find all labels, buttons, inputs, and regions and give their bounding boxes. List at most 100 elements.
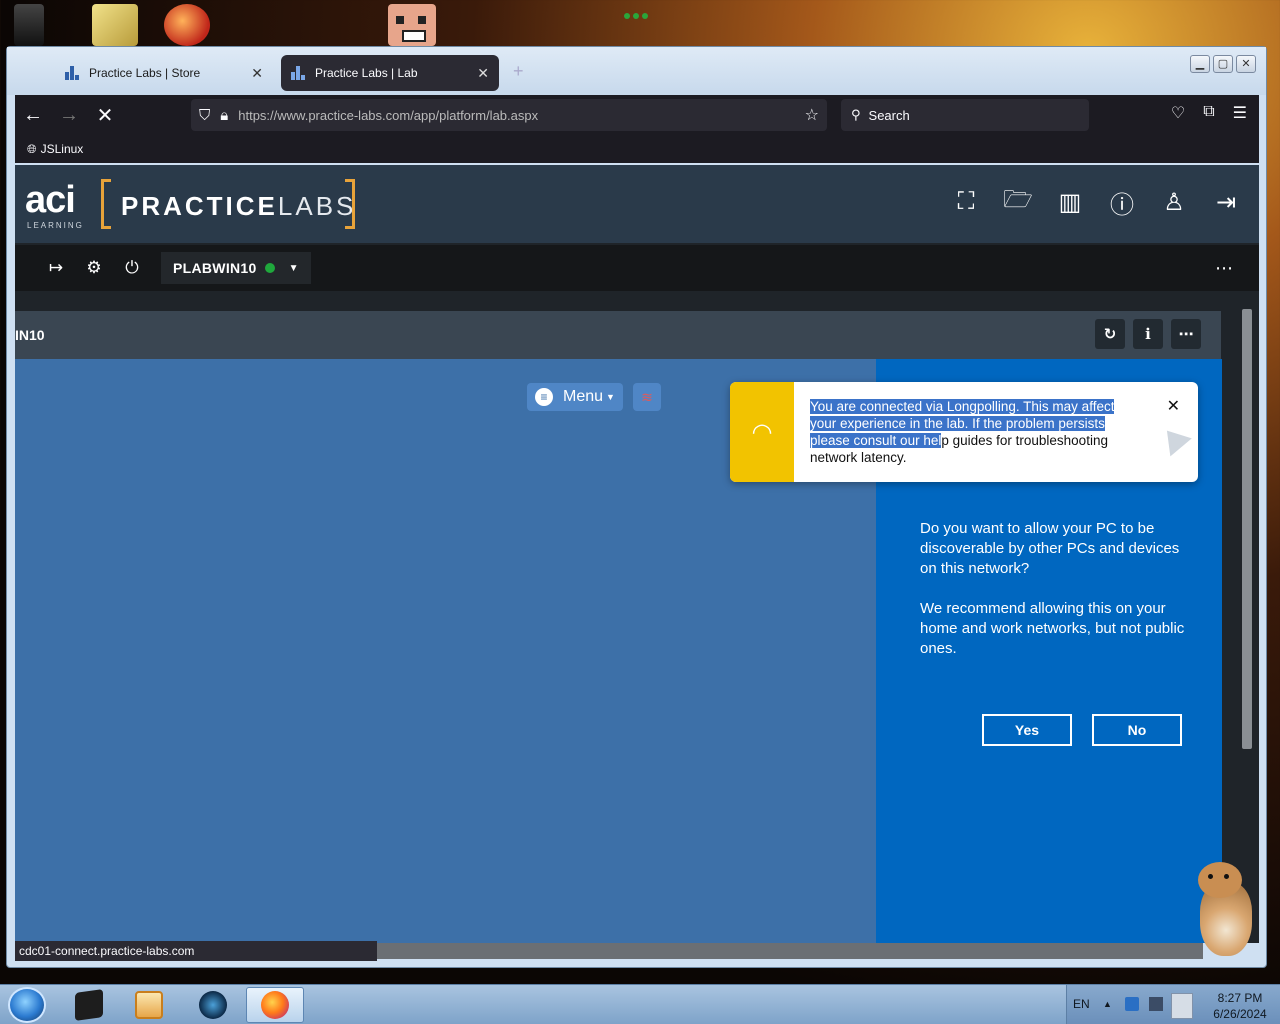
machine-select[interactable]: PLABWIN10 ▼ [161,252,311,284]
hamburger-icon: ≡ [535,388,553,406]
longpolling-toast: ◠ You are connected via Longpolling. Thi… [730,382,1198,482]
practice-labs-favicon-icon [65,66,79,80]
vm-header: IN10 ↻ ℹ ⋯ [15,311,1221,359]
wifi-icon: ◠ [730,382,794,482]
logo-bracket-left [101,179,111,229]
lab-toolbar: ↦ ⚙ ⏻ PLABWIN10 ▼ ⋯ [15,245,1259,291]
minimize-button[interactable]: ▁ [1190,55,1210,73]
clock-time: 8:27 PM [1217,991,1263,1005]
tray-app-icon[interactable] [1171,993,1193,1019]
network-recommendation: We recommend allowing this on your home … [920,600,1185,657]
media-player-icon[interactable] [120,987,178,1023]
aci-logo[interactable]: aci [25,181,76,219]
shield-icon[interactable]: ⛉ [199,107,210,124]
power-icon[interactable]: ⏻ [113,258,151,278]
more-options-icon[interactable]: ⋯ [1215,258,1233,279]
clock[interactable]: 8:27 PM 6/26/2024 [1203,990,1277,1022]
close-icon[interactable]: ✕ [1167,396,1180,416]
bookmark-star-icon[interactable]: ☆ [805,105,819,125]
taskbar-app-icon[interactable] [184,987,242,1023]
info-icon[interactable]: ℹ [1133,319,1163,349]
clock-date: 6/26/2024 [1213,1007,1267,1021]
lock-icon[interactable]: 🔒︎ [220,107,228,124]
menu-icon[interactable]: ☰ [1233,103,1247,123]
network-question: Do you want to allow your PC to be disco… [920,520,1180,577]
toast-message: You are connected via Longpolling. This … [810,398,1140,466]
back-button[interactable]: ← [15,97,51,133]
globe-icon: 🌐︎ [27,141,37,156]
search-placeholder: Search [868,107,910,123]
connection-wifi-icon[interactable]: ≋ [632,383,661,411]
page-content: aci LEARNING PRACTICELABS ⛶ 🗁 ▥ ⓘ ♙ ⇥ ↦ … [15,165,1259,943]
tab-label: Practice Labs | Lab [315,66,418,80]
browser-window: Practice Labs | Store ✕ Practice Labs | … [6,46,1267,968]
search-input[interactable]: ⚲ Search [841,99,1089,131]
guacamole-menu: ≡ Menu ▼ ≋ [527,383,661,411]
start-button[interactable] [8,987,46,1023]
toolbar-right: ♡ ⧉ ☰ [1171,103,1247,123]
no-button[interactable]: No [1092,714,1182,746]
maximize-button[interactable]: ▢ [1213,55,1233,73]
close-window-button[interactable]: ✕ [1236,55,1256,73]
forward-button[interactable]: → [51,97,87,133]
yes-button[interactable]: Yes [982,714,1072,746]
mouse-cursor-icon [1156,421,1192,457]
more-options-icon[interactable]: ⋯ [1171,319,1201,349]
menu-button[interactable]: ≡ Menu ▼ [527,383,623,411]
search-icon: ⚲ [851,107,861,122]
vm-tools: ↻ ℹ ⋯ [1095,319,1201,349]
header-icons: ⛶ 🗁 ▥ ⓘ ♙ ⇥ [953,186,1239,219]
logo-practice: PRACTICE [121,191,278,221]
chevron-down-icon: ▼ [606,392,615,402]
browser-titlebar: Practice Labs | Store ✕ Practice Labs | … [7,47,1266,95]
menu-label: Menu [563,388,604,405]
fullscreen-icon[interactable]: ⛶ [953,188,979,215]
scrollbar-thumb[interactable] [1242,309,1252,749]
machine-name: PLABWIN10 [173,260,257,276]
desktop-folder-icon[interactable] [92,4,138,46]
chart-icon[interactable]: ▥ [1057,189,1083,216]
tray-expand-icon[interactable]: ▲ [1103,999,1117,1013]
stop-button[interactable]: ✕ [87,97,123,133]
url-bar[interactable]: ⛉ 🔒︎ https://www.practice-labs.com/app/p… [191,99,827,131]
pocket-icon[interactable]: ♡ [1171,103,1185,123]
status-bar: cdc01-connect.practice-labs.com [15,941,377,961]
taskbar-app-icon[interactable] [60,987,118,1023]
window-controls: ▁ ▢ ✕ [1190,55,1256,73]
chevron-down-icon[interactable]: ▼ [289,263,299,274]
help-icon[interactable]: ⓘ [1109,189,1135,219]
system-tray: EN ▲ 8:27 PM 6/26/2024 [1066,985,1280,1024]
practicelabs-header: aci LEARNING PRACTICELABS ⛶ 🗁 ▥ ⓘ ♙ ⇥ [15,165,1259,243]
tray-app-icon[interactable] [1125,997,1139,1011]
tab-label: Practice Labs | Store [89,66,201,80]
desktop-app-icon[interactable] [164,4,210,46]
firefox-icon[interactable] [246,987,304,1023]
vm-title: IN10 [15,327,45,343]
close-icon[interactable]: ✕ [251,65,263,82]
close-icon[interactable]: ✕ [477,65,489,82]
status-online-dot [264,263,275,273]
aci-learning-text: LEARNING [27,221,84,230]
horizontal-scrollbar[interactable] [377,943,1203,959]
folder-open-icon[interactable]: 🗁 [1003,186,1033,215]
logout-icon[interactable]: ⇥ [1213,189,1239,216]
logo-bracket-right [345,179,355,229]
practicelabs-logo[interactable]: PRACTICELABS [121,191,356,222]
wallpaper-decoration [624,6,656,19]
network-icon[interactable] [1149,997,1163,1011]
refresh-icon[interactable]: ↻ [1095,319,1125,349]
tab-store[interactable]: Practice Labs | Store ✕ [55,55,273,91]
expand-panel-icon[interactable]: ↦ [37,258,75,278]
tab-lab[interactable]: Practice Labs | Lab ✕ [281,55,499,91]
new-tab-button[interactable]: + [513,61,524,82]
url-text[interactable]: https://www.practice-labs.com/app/platfo… [238,108,804,123]
extensions-icon[interactable]: ⧉ [1203,103,1214,123]
language-indicator[interactable]: EN [1073,997,1090,1011]
taskbar: EN ▲ 8:27 PM 6/26/2024 [0,984,1280,1024]
settings-gear-icon[interactable]: ⚙ [75,258,113,278]
bookmark-jslinux[interactable]: JSLinux [41,142,84,156]
desktop-game-icon[interactable] [388,4,436,46]
hamster-desktop-pet [1190,862,1256,958]
user-icon[interactable]: ♙ [1161,189,1187,216]
desktop-icon[interactable] [14,4,44,46]
